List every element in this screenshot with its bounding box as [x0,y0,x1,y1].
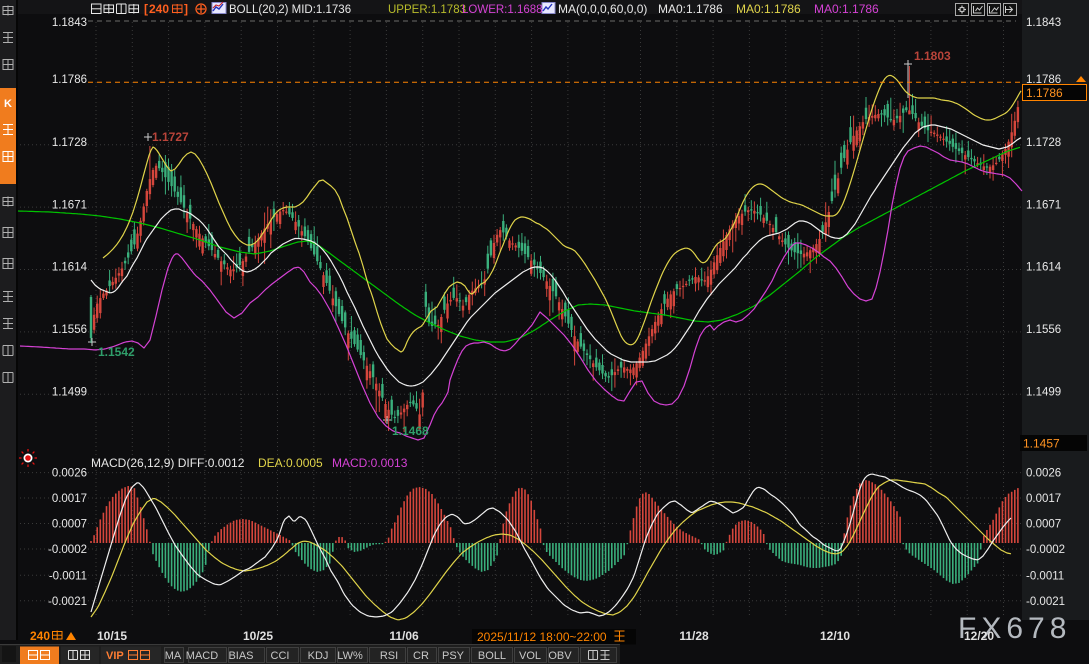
svg-text:2025/11/12 18:00~22:00: 2025/11/12 18:00~22:00 [477,630,607,644]
svg-text:240: 240 [149,2,169,16]
svg-text:PSY: PSY [442,650,465,662]
svg-text:MACD:0.0013: MACD:0.0013 [332,456,408,470]
svg-text:MACD(26,12,9) DIFF:0.0012: MACD(26,12,9) DIFF:0.0012 [91,456,245,470]
svg-text:10/15: 10/15 [97,629,127,643]
svg-text:MA0:1.1786: MA0:1.1786 [814,2,879,16]
svg-text:0.0026: 0.0026 [52,468,87,480]
svg-text:12/10: 12/10 [820,629,850,643]
svg-text:BIAS: BIAS [228,650,253,662]
svg-text:1.1727: 1.1727 [152,130,189,144]
svg-text:11/28: 11/28 [679,629,709,643]
svg-text:BOLL: BOLL [478,650,506,662]
svg-text:1.1786: 1.1786 [52,74,87,86]
svg-text:MA0:1.1786: MA0:1.1786 [658,2,723,16]
svg-text:1.1786: 1.1786 [1026,74,1061,86]
svg-text:0.0007: 0.0007 [52,519,87,531]
svg-text:-0.0002: -0.0002 [1026,544,1065,556]
svg-text:MA(0,0,0,60,0,0): MA(0,0,0,60,0,0) [558,2,647,16]
svg-text:]: ] [184,2,188,16]
svg-text:1.1671: 1.1671 [52,200,87,212]
svg-text:1.1556: 1.1556 [1026,324,1061,336]
svg-text:-0.0021: -0.0021 [48,596,87,608]
svg-text:1.1843: 1.1843 [52,17,87,29]
svg-text:1.1499: 1.1499 [1026,387,1061,399]
svg-text:1.1803: 1.1803 [914,49,951,63]
svg-text:1.1556: 1.1556 [52,324,87,336]
svg-text:1.1499: 1.1499 [52,387,87,399]
svg-text:MA: MA [165,650,182,662]
svg-text:11/06: 11/06 [389,629,419,643]
svg-text:1.1728: 1.1728 [1026,137,1061,149]
svg-text:12/20: 12/20 [964,629,994,643]
svg-text:1.1786: 1.1786 [1026,86,1063,100]
svg-text:0.0017: 0.0017 [52,493,87,505]
svg-text:OBV: OBV [548,650,572,662]
svg-text:1.1728: 1.1728 [52,137,87,149]
svg-text:UPPER:1.1783: UPPER:1.1783 [388,4,466,16]
svg-text:1.1614: 1.1614 [52,262,88,274]
svg-text:-0.0011: -0.0011 [49,570,87,582]
svg-text:CR: CR [413,650,429,662]
svg-text:-0.0002: -0.0002 [48,544,87,556]
svg-text:MACD: MACD [186,650,218,662]
svg-text:RSI: RSI [380,650,398,662]
svg-text:0.0017: 0.0017 [1026,493,1061,505]
svg-text:10/25: 10/25 [243,629,273,643]
svg-text:240: 240 [30,629,50,643]
svg-text:1.1542: 1.1542 [98,345,135,359]
svg-text:1.1843: 1.1843 [1026,17,1061,29]
svg-text:1.1457: 1.1457 [1023,437,1060,451]
svg-text:[: [ [144,2,148,16]
svg-text:0.0026: 0.0026 [1026,468,1061,480]
svg-text:1.1614: 1.1614 [1026,262,1062,274]
svg-text:KDJ: KDJ [308,650,329,662]
svg-text:MA0:1.1786: MA0:1.1786 [736,2,801,16]
svg-text:1.1468: 1.1468 [392,424,429,438]
svg-text:-0.0021: -0.0021 [1026,596,1065,608]
svg-text:LW%: LW% [337,650,363,662]
svg-text:DEA:0.0005: DEA:0.0005 [258,456,323,470]
svg-text:1.1671: 1.1671 [1026,200,1061,212]
svg-text:CCI: CCI [271,650,290,662]
svg-text:BOLL(20,2) MID:1.1736: BOLL(20,2) MID:1.1736 [229,4,351,16]
svg-text:VIP: VIP [106,650,124,662]
svg-text:VOL: VOL [519,650,541,662]
svg-text:0.0007: 0.0007 [1026,519,1061,531]
svg-text:-0.0011: -0.0011 [1026,570,1064,582]
svg-text:LOWER:1.1688: LOWER:1.1688 [462,4,543,16]
svg-text:K: K [4,98,12,110]
